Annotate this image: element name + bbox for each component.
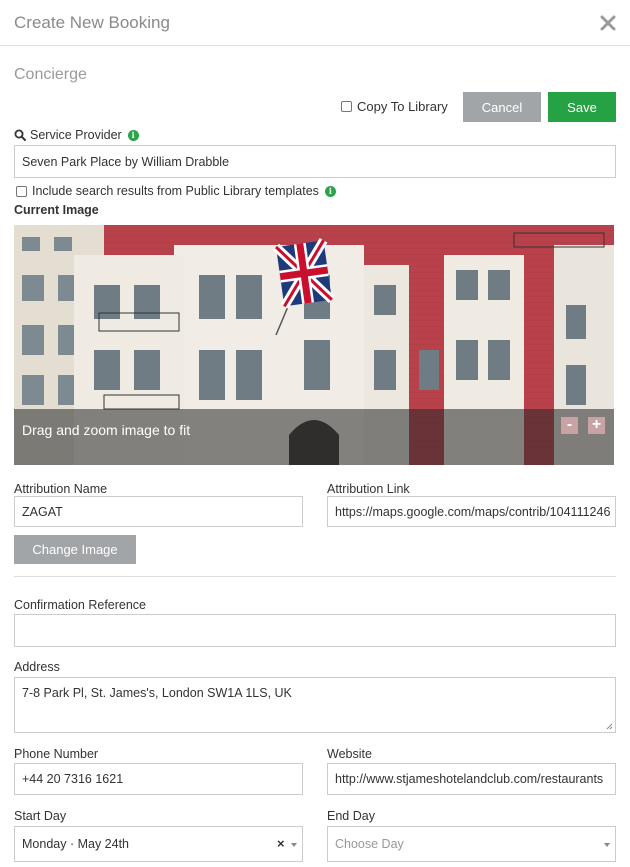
end-day-label: End Day (327, 809, 375, 823)
resize-handle-icon[interactable] (606, 723, 613, 730)
end-day-placeholder: Choose Day (335, 837, 404, 851)
drag-zoom-hint: Drag and zoom image to fit (22, 422, 191, 438)
image-crop-area[interactable]: Drag and zoom image to fit - + (14, 225, 614, 465)
start-day-label: Start Day (14, 809, 67, 823)
copy-to-library-checkbox[interactable] (341, 101, 352, 112)
current-image-label: Current Image (14, 203, 99, 217)
save-button[interactable]: Save (548, 92, 616, 122)
clear-icon[interactable]: × (277, 836, 285, 851)
divider (14, 576, 616, 577)
cancel-button[interactable]: Cancel (463, 92, 541, 122)
phone-number-input[interactable]: +44 20 7316 1621 (14, 763, 303, 795)
public-library-label: Include search results from Public Libra… (32, 184, 319, 198)
address-textarea[interactable]: 7-8 Park Pl, St. James's, London SW1A 1L… (14, 677, 616, 733)
website-label: Website (327, 747, 372, 761)
end-day-select[interactable]: Choose Day (327, 826, 616, 862)
address-value: 7-8 Park Pl, St. James's, London SW1A 1L… (22, 686, 292, 700)
public-library-toggle[interactable]: Include search results from Public Libra… (16, 184, 336, 198)
modal-header: Create New Booking (0, 0, 630, 46)
modal-title: Create New Booking (14, 13, 170, 32)
zoom-in-button[interactable]: + (588, 417, 605, 434)
confirmation-reference-input[interactable] (14, 614, 616, 647)
copy-to-library-toggle[interactable]: Copy To Library (341, 99, 448, 114)
chevron-down-icon (291, 843, 297, 847)
attribution-name-label: Attribution Name (14, 482, 108, 496)
service-provider-label: Service Provider (30, 128, 122, 142)
chevron-down-icon (604, 843, 610, 847)
info-icon: i (324, 185, 336, 197)
service-provider-input[interactable]: Seven Park Place by William Drabble (14, 145, 616, 178)
website-input[interactable]: http://www.stjameshotelandclub.com/resta… (327, 763, 616, 795)
start-day-value: Monday · May 24th (22, 837, 129, 851)
attribution-link-label: Attribution Link (327, 482, 410, 496)
phone-number-label: Phone Number (14, 747, 99, 761)
address-label: Address (14, 660, 60, 674)
search-icon (14, 129, 26, 141)
close-icon[interactable] (599, 14, 617, 32)
section-title: Concierge (14, 66, 87, 83)
zoom-out-button[interactable]: - (561, 417, 578, 434)
change-image-button[interactable]: Change Image (14, 535, 136, 564)
confirmation-reference-label: Confirmation Reference (14, 598, 147, 612)
copy-to-library-label: Copy To Library (357, 99, 448, 114)
public-library-checkbox[interactable] (16, 185, 27, 197)
start-day-select[interactable]: Monday · May 24th (14, 826, 303, 862)
service-provider-label-row: Service Provider i (14, 128, 139, 142)
info-icon: i (127, 129, 139, 141)
attribution-name-input[interactable]: ZAGAT (14, 496, 303, 527)
attribution-link-input[interactable]: https://maps.google.com/maps/contrib/104… (327, 496, 616, 527)
